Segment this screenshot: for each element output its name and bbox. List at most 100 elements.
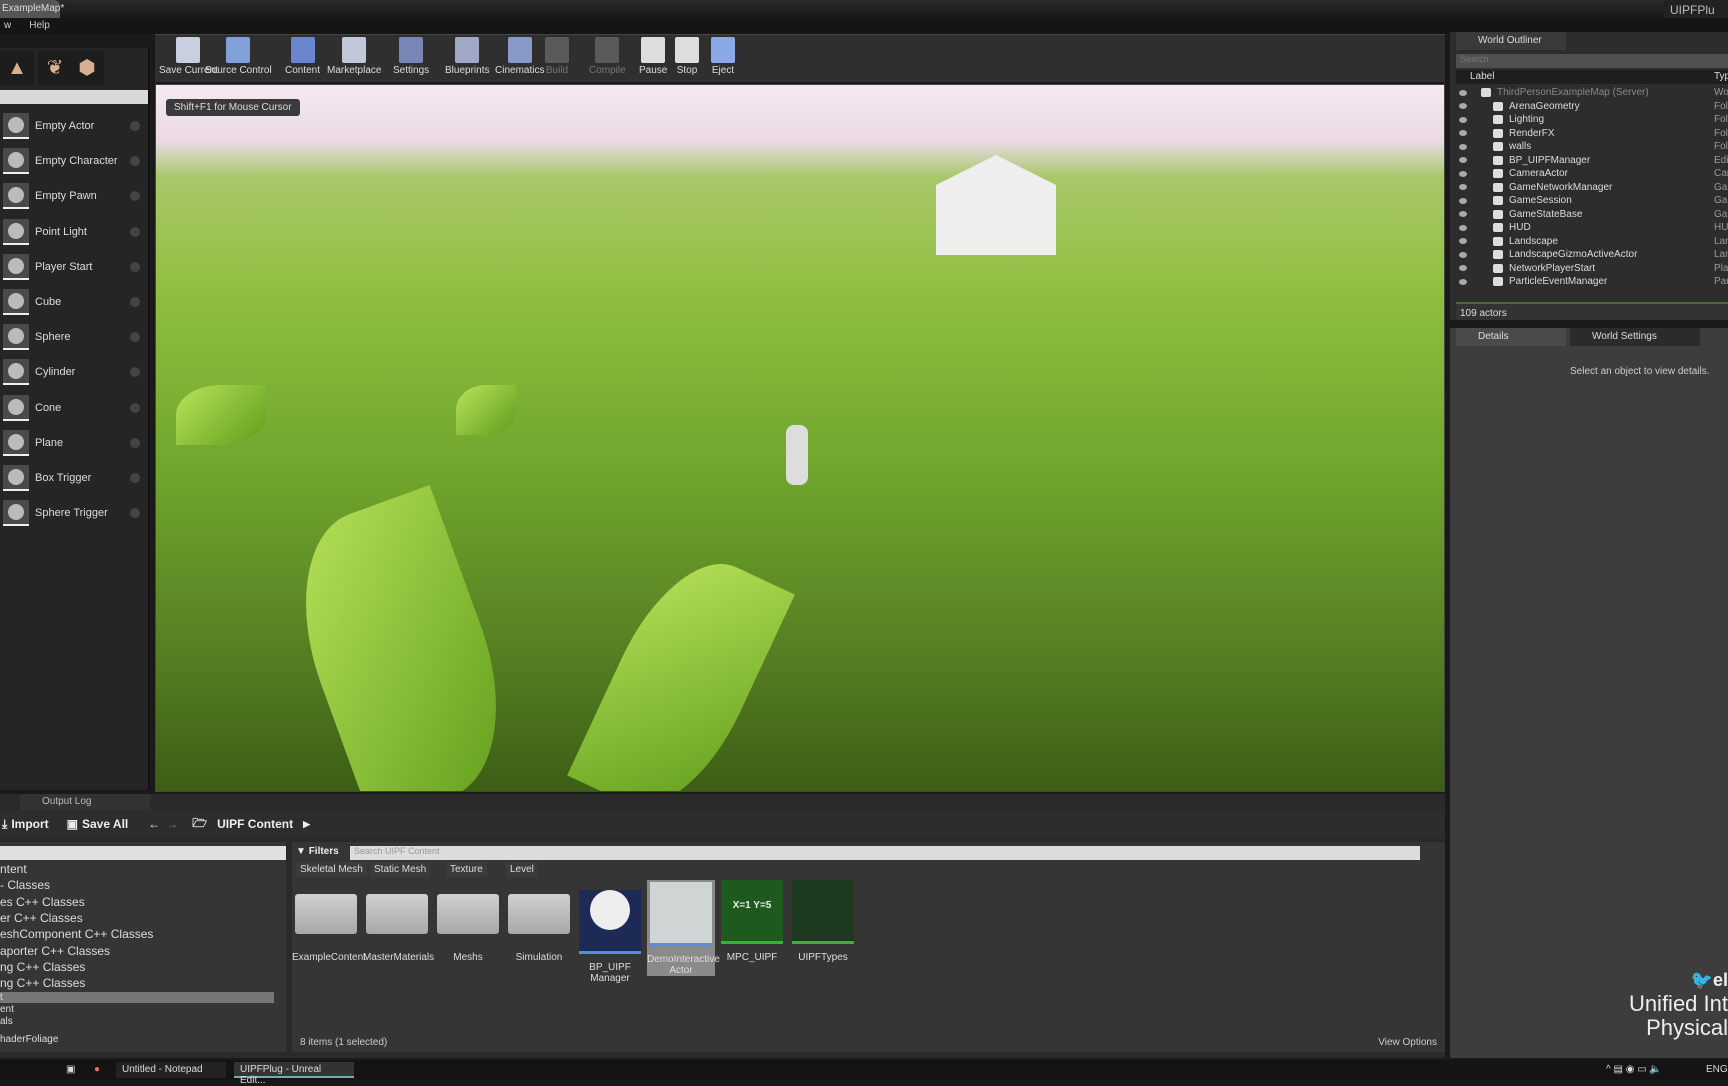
tray-icons[interactable]: ^ ▤ ◉ ▭ 🔈 xyxy=(1600,1062,1668,1078)
tree-folder[interactable]: ent xyxy=(0,1004,14,1015)
tree-folder[interactable]: ng C++ Classes xyxy=(0,960,85,974)
asset-demointeractive-actor[interactable]: DemoInteractive Actor xyxy=(647,880,720,976)
path-breadcrumb[interactable]: UIPF Content xyxy=(217,817,293,831)
cinematics-button[interactable]: Cinematics xyxy=(495,37,544,76)
outliner-row[interactable]: Landscape Land xyxy=(1456,235,1728,249)
build-button[interactable]: Build xyxy=(545,37,569,76)
level-viewport[interactable]: Shift+F1 for Mouse Cursor xyxy=(155,84,1445,792)
foliage-mode-icon[interactable]: ❦ xyxy=(38,50,72,86)
place-item-cylinder[interactable]: Cylinder xyxy=(0,356,148,388)
blueprints-button[interactable]: Blueprints xyxy=(445,37,489,76)
tree-search-input[interactable] xyxy=(0,846,286,860)
asset-meshs[interactable]: Meshs xyxy=(434,880,502,963)
source-control-button[interactable]: Source Control xyxy=(205,37,272,76)
place-item-plane[interactable]: Plane xyxy=(0,427,148,459)
visibility-eye-icon[interactable] xyxy=(1459,251,1467,258)
tree-folder[interactable]: als xyxy=(0,1016,13,1027)
save-all-button[interactable]: Save All xyxy=(82,817,128,831)
filter-chip-texture[interactable]: Texture xyxy=(446,862,487,877)
outliner-row[interactable]: LandscapeGizmoActiveActor Land xyxy=(1456,248,1728,262)
asset-examplecontent[interactable]: ExampleContent xyxy=(292,880,366,963)
visibility-eye-icon[interactable] xyxy=(1459,224,1467,231)
outliner-row[interactable]: GameSession Gam xyxy=(1456,194,1728,208)
asset-mastermaterials[interactable]: MasterMaterials xyxy=(363,880,434,963)
place-item-cube[interactable]: Cube xyxy=(0,286,148,318)
landscape-mode-icon[interactable]: ▲ xyxy=(0,50,34,86)
language-indicator[interactable]: ENG xyxy=(1700,1062,1728,1078)
filter-chip-static-mesh[interactable]: Static Mesh xyxy=(370,862,431,877)
visibility-eye-icon[interactable] xyxy=(1459,130,1467,137)
info-icon[interactable] xyxy=(130,297,140,307)
place-item-empty-actor[interactable]: Empty Actor xyxy=(0,110,148,142)
back-arrow-icon[interactable]: ← xyxy=(148,817,160,831)
pause-button[interactable]: Pause xyxy=(639,37,667,76)
outliner-row[interactable]: GameStateBase Gam xyxy=(1456,208,1728,222)
path-arrow-icon[interactable]: ▶ xyxy=(303,819,310,830)
visibility-eye-icon[interactable] xyxy=(1459,211,1467,218)
info-icon[interactable] xyxy=(130,402,140,413)
outliner-row[interactable]: BP_UIPFManager Edit xyxy=(1456,154,1728,168)
filters-button[interactable]: ▼ Filters xyxy=(296,846,339,857)
filter-chip-level[interactable]: Level xyxy=(506,862,538,877)
settings-button[interactable]: Settings xyxy=(393,37,429,76)
asset-mpc-uipf[interactable]: X=1 Y=5 MPC_UIPF xyxy=(718,880,786,963)
visibility-eye-icon[interactable] xyxy=(1459,238,1467,245)
stop-button[interactable]: Stop xyxy=(675,37,699,76)
info-icon[interactable] xyxy=(130,121,140,131)
outliner-row[interactable]: NetworkPlayerStart Play xyxy=(1456,262,1728,276)
col-label[interactable]: Label xyxy=(1470,71,1494,82)
geometry-mode-icon[interactable]: ⬢ xyxy=(70,50,104,86)
taskbar-unreal[interactable]: UIPFPlug - Unreal Edit... xyxy=(234,1062,354,1086)
info-icon[interactable] xyxy=(130,332,140,343)
outliner-search-input[interactable]: Search xyxy=(1456,54,1728,68)
asset-search-input[interactable]: Search UIPF Content xyxy=(350,846,1420,860)
outliner-row[interactable]: walls Fold xyxy=(1456,140,1728,154)
level-tab[interactable]: ExampleMap* xyxy=(0,0,64,18)
eject-button[interactable]: Eject xyxy=(711,37,735,76)
visibility-eye-icon[interactable] xyxy=(1459,170,1467,177)
visibility-eye-icon[interactable] xyxy=(1459,197,1467,204)
tree-folder[interactable]: aporter C++ Classes xyxy=(0,944,110,958)
place-search-input[interactable] xyxy=(0,90,148,104)
filter-chip-skeletal-mesh[interactable]: Skeletal Mesh xyxy=(296,862,367,877)
menu-help[interactable]: Help xyxy=(29,20,50,31)
tree-folder[interactable]: t xyxy=(0,992,274,1003)
firefox-icon[interactable]: ● xyxy=(88,1062,106,1078)
place-item-empty-pawn[interactable]: Empty Pawn xyxy=(0,180,148,212)
info-icon[interactable] xyxy=(130,508,140,519)
visibility-eye-icon[interactable] xyxy=(1459,89,1467,96)
taskbar-notepad[interactable]: Untitled - Notepad xyxy=(116,1062,226,1078)
tab-output-log[interactable]: Output Log xyxy=(20,794,150,810)
visibility-eye-icon[interactable] xyxy=(1459,143,1467,150)
col-type[interactable]: Typ xyxy=(1714,71,1728,82)
visibility-eye-icon[interactable] xyxy=(1459,265,1467,272)
store-icon[interactable]: ▣ xyxy=(60,1062,81,1078)
visibility-eye-icon[interactable] xyxy=(1459,116,1467,123)
info-icon[interactable] xyxy=(130,156,140,167)
info-icon[interactable] xyxy=(130,261,140,272)
tree-folder[interactable]: es C++ Classes xyxy=(0,895,85,909)
view-options-button[interactable]: View Options xyxy=(1378,1037,1437,1048)
tree-folder[interactable]: - Classes xyxy=(0,878,50,892)
outliner-row[interactable]: GameNetworkManager Gam xyxy=(1456,181,1728,195)
import-button[interactable]: Import xyxy=(11,817,48,831)
content-button[interactable]: Content xyxy=(285,37,320,76)
asset-bp-uipf-manager[interactable]: BP_UIPF Manager xyxy=(576,880,644,984)
forward-arrow-icon[interactable]: → xyxy=(166,817,178,831)
place-item-sphere-trigger[interactable]: Sphere Trigger xyxy=(0,497,148,529)
visibility-eye-icon[interactable] xyxy=(1459,103,1467,110)
place-item-empty-character[interactable]: Empty Character xyxy=(0,145,148,177)
info-icon[interactable] xyxy=(130,437,140,448)
info-icon[interactable] xyxy=(130,191,140,202)
asset-simulation[interactable]: Simulation xyxy=(505,880,573,963)
outliner-row[interactable]: ParticleEventManager Parti xyxy=(1456,275,1728,289)
tree-folder[interactable]: ntent xyxy=(0,862,27,876)
asset-uipftypes[interactable]: UIPFTypes xyxy=(789,880,857,963)
tree-folder[interactable]: eshComponent C++ Classes xyxy=(0,927,153,941)
place-item-point-light[interactable]: Point Light xyxy=(0,216,148,248)
place-item-cone[interactable]: Cone xyxy=(0,392,148,424)
visibility-eye-icon[interactable] xyxy=(1459,157,1467,164)
info-icon[interactable] xyxy=(130,226,140,237)
place-item-sphere[interactable]: Sphere xyxy=(0,321,148,353)
visibility-eye-icon[interactable] xyxy=(1459,184,1467,191)
